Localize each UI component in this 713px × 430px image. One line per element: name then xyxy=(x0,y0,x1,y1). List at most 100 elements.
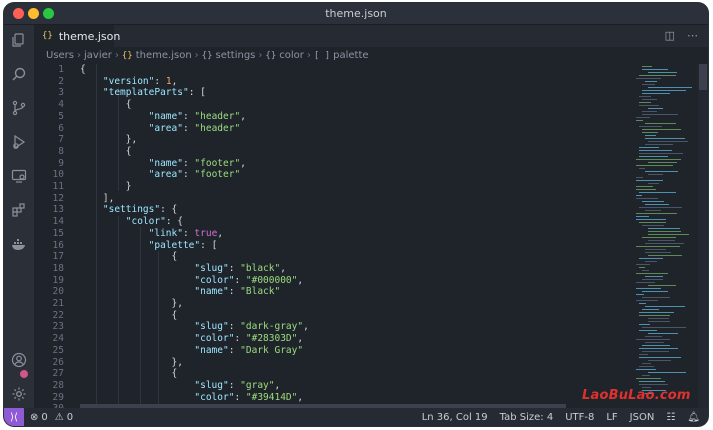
breadcrumb-item[interactable]: palette xyxy=(333,50,368,61)
tab-theme-json[interactable]: {} theme.json xyxy=(34,25,120,47)
line-number: 7 xyxy=(58,134,64,146)
encoding[interactable]: UTF-8 xyxy=(565,412,594,423)
notifications-bell-icon[interactable]: 🔔︎ xyxy=(687,412,700,423)
vertical-scrollbar[interactable] xyxy=(698,64,708,408)
remote-explorer-icon[interactable] xyxy=(10,167,28,185)
minimap-line xyxy=(636,78,661,79)
minimap-line xyxy=(639,348,678,349)
explorer-icon[interactable] xyxy=(10,31,28,49)
minimap-line xyxy=(636,165,673,166)
line-number: 18 xyxy=(52,262,64,274)
minimap-line xyxy=(648,183,659,184)
breadcrumb: Users › javier › {} theme.json › {} sett… xyxy=(34,47,708,64)
minimap-line xyxy=(636,273,668,274)
split-editor-icon[interactable]: ◫ xyxy=(665,29,675,42)
end-of-line[interactable]: LF xyxy=(606,412,617,423)
breadcrumb-item[interactable]: color xyxy=(279,50,304,61)
minimap-line xyxy=(642,363,651,364)
line-number: 12 xyxy=(52,192,64,204)
more-actions-icon[interactable]: ⋯ xyxy=(687,29,698,42)
code-editor[interactable]: 1 2 3 4 5 6 7 8 9 10 11 12 13 14 15 16 17 18 19 20 21 22 23 24 2… xyxy=(34,64,698,408)
minimap-line xyxy=(642,237,676,238)
minimap-line xyxy=(639,258,663,259)
line-number: 5 xyxy=(58,110,64,122)
status-bar: ⟩⟨ ⊗ 0 ⚠ 0 Ln 36, Col 19 Tab Size: 4 UTF… xyxy=(4,408,708,426)
breadcrumb-item[interactable]: Users xyxy=(46,50,74,61)
source-control-icon[interactable] xyxy=(10,99,28,117)
minimap-line xyxy=(636,120,643,121)
minimap-line xyxy=(648,228,680,229)
minimap-line xyxy=(648,285,676,286)
remote-indicator-icon[interactable]: ⟩⟨ xyxy=(4,408,24,426)
tab-label: theme.json xyxy=(58,29,121,43)
minimap-line xyxy=(639,102,651,103)
code-content[interactable]: { "version": 1, "templateParts": [ { "na… xyxy=(80,64,578,408)
search-icon[interactable] xyxy=(10,65,28,83)
minimap-line xyxy=(636,219,666,220)
account-icon[interactable] xyxy=(10,351,28,369)
breadcrumb-item[interactable]: javier xyxy=(84,50,112,61)
minimap-line xyxy=(645,135,656,136)
problems-indicator[interactable]: ⊗ 0 ⚠ 0 xyxy=(30,412,73,423)
manage-gear-icon[interactable] xyxy=(10,385,28,403)
minimap-line xyxy=(648,174,663,175)
line-number: 6 xyxy=(58,122,64,134)
extensions-icon[interactable] xyxy=(10,201,28,219)
editor-window: theme.json {} theme.json ◫ ⋯ Users › jav… xyxy=(4,3,708,426)
cursor-position[interactable]: Ln 36, Col 19 xyxy=(422,412,488,423)
minimap-line xyxy=(642,309,659,310)
activity-bar xyxy=(4,25,34,408)
language-mode[interactable]: JSON xyxy=(630,412,655,423)
tab-size[interactable]: Tab Size: 4 xyxy=(500,412,554,423)
minimap-line xyxy=(636,216,649,217)
minimap-line xyxy=(636,159,681,160)
minimap-line xyxy=(639,222,666,223)
minimap-line xyxy=(642,279,663,280)
minimap-line xyxy=(648,141,688,142)
minimap-line xyxy=(642,225,664,226)
breadcrumb-item[interactable]: settings xyxy=(216,50,256,61)
minimap-line xyxy=(645,252,671,253)
minimap-line xyxy=(636,294,644,295)
json-braces-icon: {} xyxy=(42,31,53,41)
docker-icon[interactable] xyxy=(10,235,28,253)
minimap-line xyxy=(636,300,658,301)
minimap-line xyxy=(648,255,682,256)
run-debug-icon[interactable] xyxy=(10,133,28,151)
minimap[interactable] xyxy=(633,64,698,408)
breadcrumb-item[interactable]: theme.json xyxy=(136,50,192,61)
update-badge xyxy=(20,370,28,378)
error-icon: ⊗ xyxy=(30,411,39,423)
minimap-line xyxy=(639,357,681,358)
minimap-line xyxy=(639,312,674,313)
minimap-line xyxy=(636,282,655,283)
minimap-line xyxy=(639,324,650,325)
minimap-line xyxy=(636,195,642,196)
minimap-line xyxy=(639,150,672,151)
scrollbar-thumb[interactable] xyxy=(699,64,707,90)
minimap-line xyxy=(642,69,668,70)
breadcrumb-separator: › xyxy=(194,50,199,61)
minimap-line xyxy=(639,315,670,316)
minimap-line xyxy=(645,171,678,172)
minimap-line xyxy=(642,351,669,352)
minimap-line xyxy=(636,177,643,178)
minimap-line xyxy=(648,360,671,361)
minimap-line xyxy=(642,99,657,100)
minimap-line xyxy=(639,354,648,355)
minimap-line xyxy=(639,381,665,382)
minimap-line xyxy=(639,192,676,193)
minimap-line xyxy=(642,114,678,115)
feedback-icon[interactable]: ☷ xyxy=(666,412,675,423)
breadcrumb-separator: › xyxy=(258,50,263,61)
minimap-line xyxy=(639,105,659,106)
window-title: theme.json xyxy=(325,7,387,20)
minimap-line xyxy=(639,75,676,76)
minimap-line xyxy=(648,318,669,319)
minimap-line xyxy=(642,84,655,85)
minimap-line xyxy=(642,93,670,94)
line-number: 15 xyxy=(52,227,64,239)
watermark-text: LaoBuLao.com xyxy=(582,388,691,403)
line-number: 20 xyxy=(52,286,64,298)
minimap-line xyxy=(639,126,662,127)
